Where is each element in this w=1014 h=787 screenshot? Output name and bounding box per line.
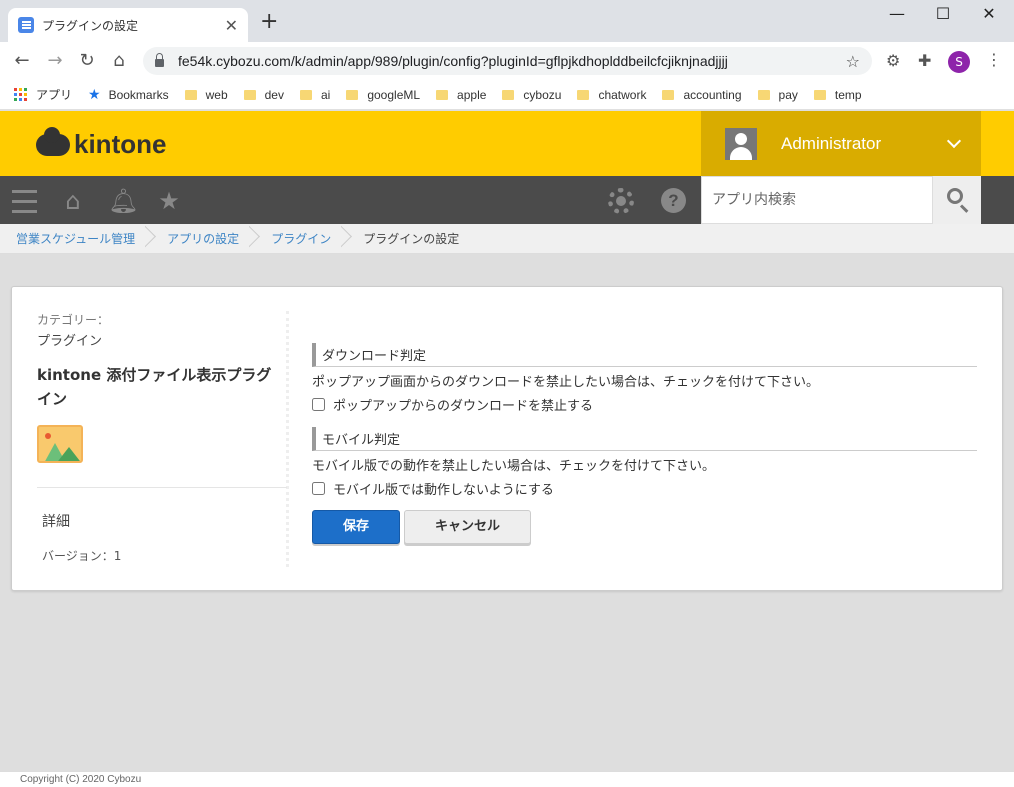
back-icon[interactable]: ← <box>10 50 34 72</box>
favorites-star-icon[interactable]: ★ <box>156 188 182 214</box>
list-icon <box>18 17 34 33</box>
download-section-description: ポップアップ画面からのダウンロードを禁止したい場合は、チェックを付けて下さい。 <box>312 375 820 390</box>
profile-avatar[interactable]: S <box>948 51 970 73</box>
breadcrumb: 営業スケジュール管理 アプリの設定 プラグイン プラグインの設定 <box>0 224 1014 254</box>
folder-icon <box>243 89 256 100</box>
url-text[interactable]: fe54k.cybozu.com/k/admin/app/989/plugin/… <box>178 53 846 69</box>
tab-title: プラグインの設定 <box>42 18 139 33</box>
window-close-icon[interactable]: ✕ <box>966 4 1012 23</box>
divider <box>37 487 287 488</box>
lock-icon[interactable] <box>155 53 164 67</box>
browser-tab[interactable]: プラグインの設定 ✕ <box>8 8 248 42</box>
breadcrumb-plugins[interactable]: プラグイン <box>271 230 331 247</box>
bookmark-temp[interactable]: temp <box>813 88 862 102</box>
bookmark-star-icon[interactable]: ☆ <box>846 52 860 71</box>
disable-download-checkbox[interactable] <box>312 398 325 411</box>
browser-tab-bar: プラグインの設定 ✕ + — ☐ ✕ <box>0 0 1014 42</box>
folder-icon <box>757 89 770 100</box>
bookmark-accounting[interactable]: accounting <box>662 88 742 102</box>
home-portal-icon[interactable]: ⌂ <box>60 188 86 214</box>
image-icon <box>37 425 83 463</box>
username: Administrator <box>781 133 882 153</box>
search-button[interactable] <box>933 176 981 224</box>
category-value: プラグイン <box>37 334 103 349</box>
disable-mobile-checkbox[interactable] <box>312 482 325 495</box>
new-tab-button[interactable]: + <box>260 11 278 33</box>
download-checkbox-row[interactable]: ポップアップからのダウンロードを禁止する <box>312 395 977 414</box>
breadcrumb-separator <box>145 224 157 254</box>
maximize-icon[interactable]: ☐ <box>920 4 966 23</box>
user-menu[interactable]: Administrator <box>701 111 981 176</box>
mobile-section-title: モバイル判定 <box>312 427 977 451</box>
bookmark-web[interactable]: web <box>184 88 228 102</box>
bookmark-ai[interactable]: ai <box>299 88 330 102</box>
breadcrumb-current: プラグインの設定 <box>363 232 460 246</box>
chevron-down-icon <box>946 133 962 148</box>
address-bar[interactable]: fe54k.cybozu.com/k/admin/app/989/plugin/… <box>143 47 872 75</box>
bell-icon[interactable]: 🔔︎ <box>108 188 138 214</box>
copyright-footer: Copyright (C) 2020 Cybozu <box>0 771 1014 787</box>
apps-icon <box>14 88 27 101</box>
save-button[interactable]: 保存 <box>312 510 400 544</box>
mobile-checkbox-row[interactable]: モバイル版では動作しないようにする <box>312 479 977 498</box>
bookmark-cybozu[interactable]: cybozu <box>502 88 561 102</box>
reload-icon[interactable]: ↻ <box>75 50 99 72</box>
more-menu-icon[interactable]: ⋮ <box>986 50 1002 69</box>
disable-mobile-label: モバイル版では動作しないようにする <box>333 483 554 498</box>
help-icon[interactable]: ? <box>661 188 686 213</box>
kintone-header: kintone Administrator <box>0 111 1014 176</box>
breadcrumb-app[interactable]: 営業スケジュール管理 <box>16 230 135 247</box>
cancel-button[interactable]: キャンセル <box>404 510 531 544</box>
kintone-nav-bar: ⌂ 🔔︎ ★ ? <box>0 176 1014 224</box>
plugin-config-form: ダウンロード判定 ポップアップ画面からのダウンロードを禁止したい場合は、チェック… <box>312 343 977 544</box>
plugin-version: バージョン：1 <box>42 549 122 563</box>
breadcrumb-app-settings[interactable]: アプリの設定 <box>167 230 239 247</box>
download-section-title: ダウンロード判定 <box>312 343 977 367</box>
home-icon[interactable]: ⌂ <box>107 50 131 72</box>
folder-icon <box>662 89 675 100</box>
folder-icon <box>502 89 515 100</box>
breadcrumb-separator <box>249 224 261 254</box>
hamburger-menu-icon[interactable] <box>12 190 38 216</box>
bookmark-googleml[interactable]: googleML <box>346 88 420 102</box>
folder-icon <box>346 89 359 100</box>
plugin-name: kintone 添付ファイル表示プラグイン <box>37 366 272 408</box>
bookmark-apple[interactable]: apple <box>436 88 486 102</box>
bookmark-dev[interactable]: dev <box>243 88 284 102</box>
folder-icon <box>436 89 449 100</box>
puzzle-icon[interactable]: ✚ <box>918 51 931 70</box>
disable-download-label: ポップアップからのダウンロードを禁止する <box>333 399 594 414</box>
browser-toolbar: ← → ↻ ⌂ fe54k.cybozu.com/k/admin/app/989… <box>0 42 1014 80</box>
bookmarks-bar: アプリ ★ Bookmarks web dev ai googleML appl… <box>0 80 1014 110</box>
plugin-settings-card: カテゴリー： プラグイン kintone 添付ファイル表示プラグイン 詳細 バー… <box>11 286 1003 591</box>
folder-icon <box>184 89 197 100</box>
kintone-logo[interactable]: kintone <box>36 126 166 160</box>
close-icon[interactable]: ✕ <box>225 16 238 35</box>
cloud-icon <box>36 126 70 156</box>
settings-gear-icon[interactable] <box>608 188 634 214</box>
breadcrumb-separator <box>341 224 353 254</box>
mobile-section-description: モバイル版での動作を禁止したい場合は、チェックを付けて下さい。 <box>312 459 716 474</box>
app-search-input[interactable] <box>701 176 933 224</box>
minimize-icon[interactable]: — <box>874 4 920 23</box>
bookmark-bookmarks[interactable]: ★ Bookmarks <box>88 86 169 103</box>
search-icon <box>947 188 963 204</box>
star-icon: ★ <box>88 86 101 102</box>
form-buttons: 保存 キャンセル <box>312 510 977 544</box>
folder-icon <box>577 89 590 100</box>
plugin-info-pane: カテゴリー： プラグイン kintone 添付ファイル表示プラグイン 詳細 バー… <box>37 311 289 567</box>
category-label: カテゴリー： <box>37 313 110 327</box>
bookmark-apps[interactable]: アプリ <box>14 86 72 103</box>
bookmark-pay[interactable]: pay <box>757 88 798 102</box>
user-avatar-icon <box>725 127 757 160</box>
folder-icon <box>299 89 312 100</box>
forward-icon[interactable]: → <box>43 50 67 72</box>
bookmark-chatwork[interactable]: chatwork <box>577 88 646 102</box>
extension-icon[interactable]: ⚙ <box>886 51 900 70</box>
plugin-detail-link[interactable]: 詳細 <box>42 511 70 531</box>
folder-icon <box>813 89 826 100</box>
